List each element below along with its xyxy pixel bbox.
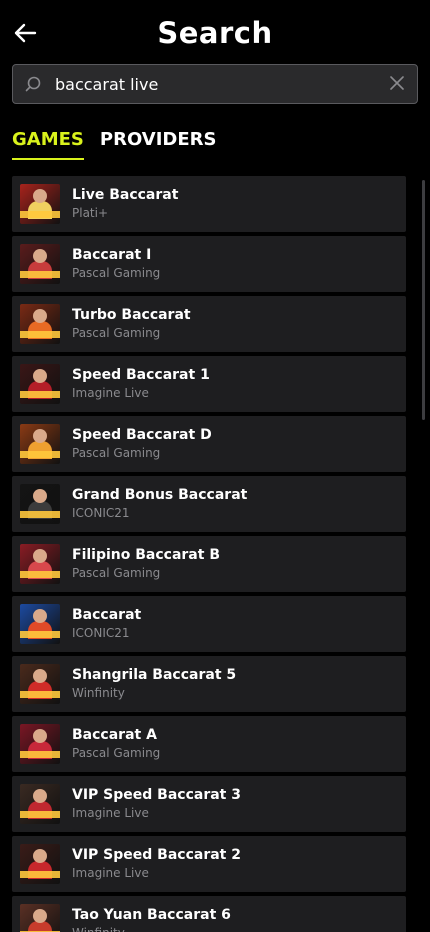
game-provider: ICONIC21 xyxy=(72,626,130,640)
game-provider: Imagine Live xyxy=(72,386,149,400)
game-result-row[interactable]: VIP Speed Baccarat 3 Imagine Live xyxy=(12,776,406,832)
game-name: VIP Speed Baccarat 3 xyxy=(72,787,241,803)
game-meta: Speed Baccarat D Pascal Gaming xyxy=(72,426,212,462)
tab-games[interactable]: GAMES xyxy=(12,128,84,160)
game-provider: Winfinity xyxy=(72,686,125,700)
game-result-row[interactable]: Shangrila Baccarat 5 Winfinity xyxy=(12,656,406,712)
game-provider: Winfinity xyxy=(72,925,231,932)
game-thumbnail xyxy=(20,364,60,404)
game-meta: Tao Yuan Baccarat 6 Winfinity xyxy=(72,906,231,932)
game-meta: VIP Speed Baccarat 3 Imagine Live xyxy=(72,786,241,822)
game-provider: Pascal Gaming xyxy=(72,266,161,280)
game-thumbnail xyxy=(20,904,60,932)
search-icon xyxy=(13,65,53,103)
game-name: Grand Bonus Baccarat xyxy=(72,487,248,503)
game-meta: Grand Bonus Baccarat ICONIC21 xyxy=(72,486,247,522)
game-name: Turbo Baccarat xyxy=(72,307,191,323)
game-provider: Imagine Live xyxy=(72,806,149,820)
game-result-row[interactable]: VIP Speed Baccarat 2 Imagine Live xyxy=(12,836,406,892)
game-result-row[interactable]: Baccarat I Pascal Gaming xyxy=(12,236,406,292)
game-name: Speed Baccarat 1 xyxy=(72,367,210,383)
game-meta: Live Baccarat Plati+ xyxy=(72,186,178,222)
game-name: Tao Yuan Baccarat 6 xyxy=(72,907,231,923)
scrollbar[interactable] xyxy=(422,180,425,420)
game-thumbnail xyxy=(20,304,60,344)
game-name: Baccarat I xyxy=(72,247,152,263)
game-name: Filipino Baccarat B xyxy=(72,547,220,563)
clear-search-button[interactable] xyxy=(377,65,417,103)
game-name: Shangrila Baccarat 5 xyxy=(72,667,237,683)
game-meta: Baccarat A Pascal Gaming xyxy=(72,726,160,762)
game-provider: Pascal Gaming xyxy=(72,566,161,580)
results-list: Live Baccarat Plati+ Baccarat I Pascal Gami… xyxy=(12,176,406,932)
game-thumbnail xyxy=(20,784,60,824)
game-result-row[interactable]: Grand Bonus Baccarat ICONIC21 xyxy=(12,476,406,532)
game-thumbnail xyxy=(20,844,60,884)
game-meta: Shangrila Baccarat 5 Winfinity xyxy=(72,666,236,702)
game-name: VIP Speed Baccarat 2 xyxy=(72,847,241,863)
game-thumbnail xyxy=(20,184,60,224)
game-thumbnail xyxy=(20,484,60,524)
game-result-row[interactable]: Baccarat ICONIC21 xyxy=(12,596,406,652)
game-provider: Plati+ xyxy=(72,206,109,220)
game-thumbnail xyxy=(20,664,60,704)
tab-bar: GAMES PROVIDERS xyxy=(12,128,216,160)
game-meta: Filipino Baccarat B Pascal Gaming xyxy=(72,546,220,582)
game-result-row[interactable]: Speed Baccarat D Pascal Gaming xyxy=(12,416,406,472)
game-provider: Imagine Live xyxy=(72,866,149,880)
game-name: Baccarat xyxy=(72,607,142,623)
game-result-row[interactable]: Baccarat A Pascal Gaming xyxy=(12,716,406,772)
tab-providers[interactable]: PROVIDERS xyxy=(100,128,217,160)
search-box[interactable] xyxy=(12,64,418,104)
game-name: Baccarat A xyxy=(72,727,157,743)
game-meta: Baccarat I Pascal Gaming xyxy=(72,246,160,282)
game-thumbnail xyxy=(20,424,60,464)
search-input[interactable] xyxy=(53,65,377,103)
game-name: Speed Baccarat D xyxy=(72,427,212,443)
game-thumbnail xyxy=(20,544,60,584)
game-thumbnail xyxy=(20,604,60,644)
game-provider: Pascal Gaming xyxy=(72,326,161,340)
game-result-row[interactable]: Filipino Baccarat B Pascal Gaming xyxy=(12,536,406,592)
game-provider: ICONIC21 xyxy=(72,506,130,520)
game-thumbnail xyxy=(20,244,60,284)
page-title: Search xyxy=(157,16,273,50)
header: Search xyxy=(0,0,430,64)
game-result-row[interactable]: Live Baccarat Plati+ xyxy=(12,176,406,232)
game-thumbnail xyxy=(20,724,60,764)
game-result-row[interactable]: Speed Baccarat 1 Imagine Live xyxy=(12,356,406,412)
game-meta: VIP Speed Baccarat 2 Imagine Live xyxy=(72,846,241,882)
close-icon xyxy=(390,75,404,94)
game-meta: Speed Baccarat 1 Imagine Live xyxy=(72,366,210,402)
game-result-row[interactable]: Turbo Baccarat Pascal Gaming xyxy=(12,296,406,352)
game-provider: Pascal Gaming xyxy=(72,446,161,460)
game-meta: Baccarat ICONIC21 xyxy=(72,606,141,642)
game-result-row[interactable]: Tao Yuan Baccarat 6 Winfinity xyxy=(12,896,406,932)
game-meta: Turbo Baccarat Pascal Gaming xyxy=(72,306,191,342)
game-name: Live Baccarat xyxy=(72,187,179,203)
game-provider: Pascal Gaming xyxy=(72,746,161,760)
